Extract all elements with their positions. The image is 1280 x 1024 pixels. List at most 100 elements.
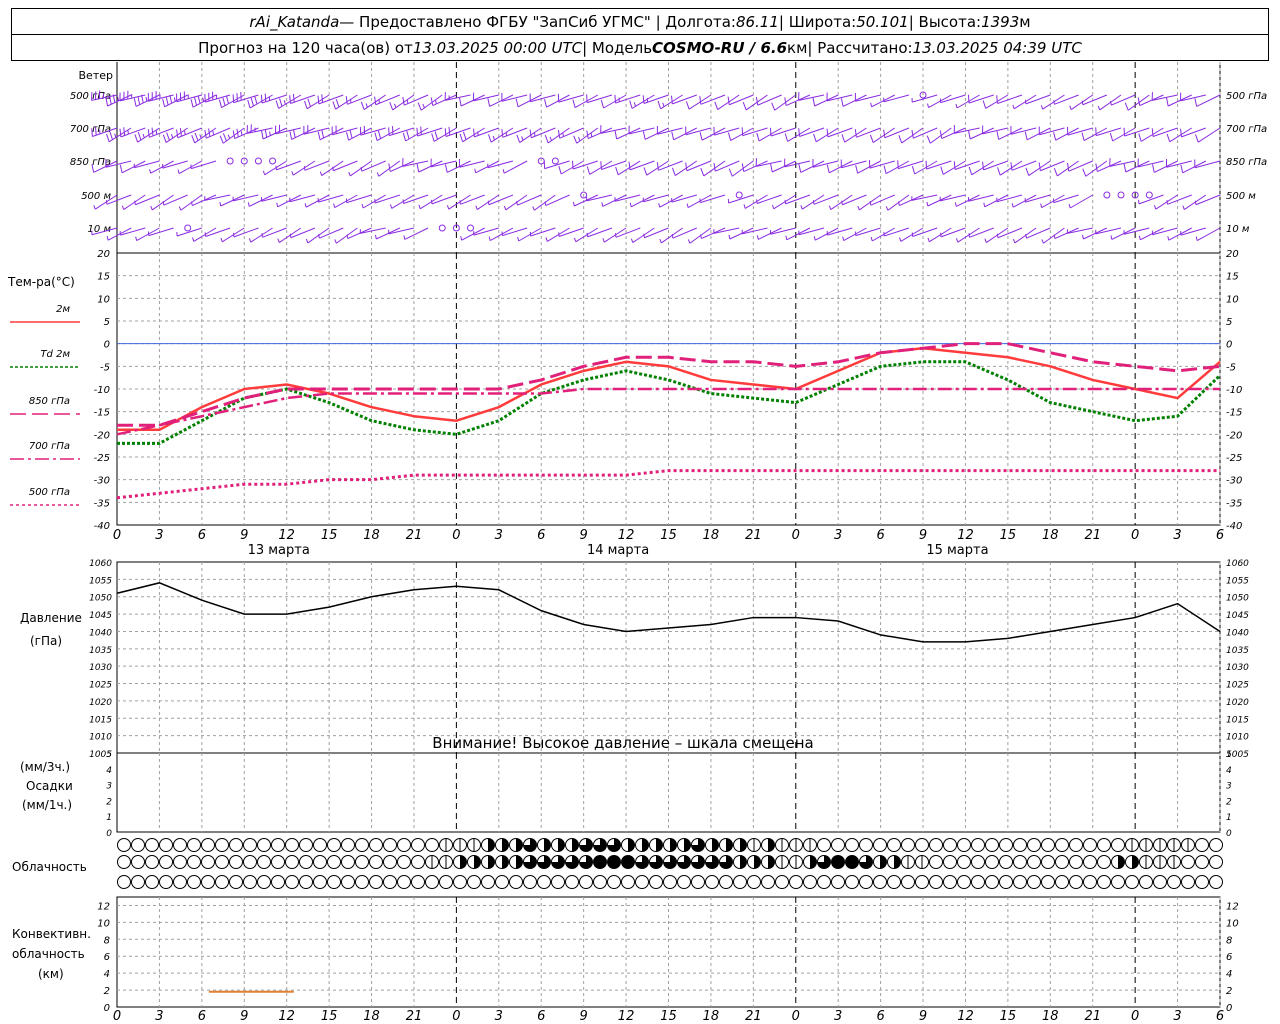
barb-shaft	[798, 94, 825, 101]
cloud-circle	[229, 855, 243, 869]
cloud-circle	[1069, 838, 1083, 852]
cloud-cover-symbol	[425, 838, 439, 852]
cloud-cover-symbol	[719, 875, 733, 889]
cloud-circle	[425, 875, 439, 889]
barb-flag	[543, 160, 546, 169]
barb-flag	[1195, 134, 1199, 143]
barb-flag	[317, 131, 321, 140]
wind-barb	[376, 160, 401, 177]
wind-barb	[756, 194, 782, 204]
wind-barb	[643, 227, 669, 239]
barb-flag	[162, 134, 167, 143]
wind-barb	[982, 160, 1009, 171]
wind-barb	[642, 94, 669, 104]
cloud-circle	[551, 875, 565, 889]
temp-tick-label-right: -15	[1226, 408, 1242, 419]
barb-flag	[868, 159, 871, 169]
wind-barb	[968, 194, 994, 202]
barb-flag	[572, 99, 576, 108]
wind-barb	[204, 227, 231, 237]
hour-tick-label: 18	[703, 1009, 720, 1024]
wind-barb	[1069, 94, 1094, 110]
cloud-circle	[131, 875, 145, 889]
cloud-cover-symbol	[299, 855, 313, 869]
barb-flag	[279, 98, 283, 107]
cloud-circle	[411, 875, 425, 889]
barb-flag	[869, 134, 874, 143]
cloud-cover-symbol	[131, 855, 145, 869]
barb-flag	[459, 97, 462, 107]
cloud-cover-symbol	[243, 838, 257, 852]
cloud-circle	[271, 875, 285, 889]
cloud-cover-symbol	[1209, 875, 1223, 889]
barb-flag	[573, 135, 578, 144]
barb-flag	[137, 132, 142, 141]
cloud-circle	[929, 855, 943, 869]
hour-tick-label: 15	[660, 1009, 677, 1024]
hour-tick-label: 18	[1042, 528, 1059, 543]
date-label: 15 марта	[926, 543, 988, 558]
legend-label: 500 гПа	[29, 487, 70, 498]
cloud-cover-symbol	[817, 838, 831, 852]
wind-barb	[374, 94, 401, 106]
hour-tick-label: 15	[1000, 1009, 1017, 1024]
cloud-cover-symbol	[467, 875, 481, 889]
cloud-circle	[215, 875, 229, 889]
barb-shaft	[163, 194, 188, 206]
barb-flag	[166, 132, 170, 141]
cloud-full	[607, 855, 621, 869]
cloud-cover-symbol	[831, 838, 845, 852]
cloud-cover-symbol	[229, 875, 243, 889]
barb-shaft	[912, 94, 938, 103]
cloud-cover-symbol	[271, 855, 285, 869]
wind-barb	[602, 227, 627, 243]
wind-barb	[232, 127, 259, 140]
wind-barb	[741, 160, 768, 173]
wind-barb	[446, 194, 471, 210]
wind-barb	[487, 160, 514, 169]
cloud-circle	[495, 875, 509, 889]
cloud-cover-symbol	[649, 838, 663, 852]
cloud-circle	[887, 875, 901, 889]
wind-barb	[517, 227, 542, 242]
cloud-circle	[411, 838, 425, 852]
wind-barb	[1024, 94, 1051, 105]
cloud-cover-symbol	[719, 855, 733, 869]
hour-tick-label: 21	[745, 528, 762, 543]
barb-shaft	[911, 194, 938, 201]
pressure-tick-label-right: 1030	[1226, 663, 1249, 673]
barb-shaft	[713, 227, 740, 234]
wind-barb	[162, 160, 188, 169]
cloud-cover-symbol	[257, 875, 271, 889]
wind-barb	[628, 160, 655, 171]
pressure-tick-label: 1035	[89, 646, 112, 656]
temp-tick-label: -10	[94, 385, 110, 396]
wind-barb	[1068, 194, 1093, 209]
cloud-circle	[1083, 875, 1097, 889]
calm-marker	[438, 224, 446, 232]
barb-flag	[629, 100, 633, 109]
cloud-cover-symbol	[355, 855, 369, 869]
cloud-circle	[1139, 875, 1153, 889]
wind-barb	[798, 127, 825, 137]
barb-flag	[335, 99, 340, 108]
wind-barb	[348, 160, 372, 177]
cloud-cover-symbol	[131, 838, 145, 852]
barb-flag	[219, 135, 224, 144]
cloud-cover-symbol	[285, 875, 299, 889]
cloud-circle	[1209, 875, 1223, 889]
barb-flag	[713, 126, 715, 136]
cloud-cover-symbol	[187, 855, 201, 869]
wind-barb	[360, 160, 386, 172]
cloud-cover-symbol	[411, 838, 425, 852]
barb-shaft	[390, 160, 415, 173]
cloud-cover-symbol	[677, 838, 691, 852]
cloud-circle	[229, 875, 243, 889]
calm-marker	[226, 157, 234, 165]
cloud-circle	[369, 855, 383, 869]
cloud-cover-symbol	[901, 855, 915, 869]
cloud-cover-symbol	[971, 838, 985, 852]
cloud-cover-symbol	[677, 855, 691, 869]
temp-tick-label-right: -40	[1226, 521, 1242, 532]
wind-barb	[771, 194, 797, 210]
